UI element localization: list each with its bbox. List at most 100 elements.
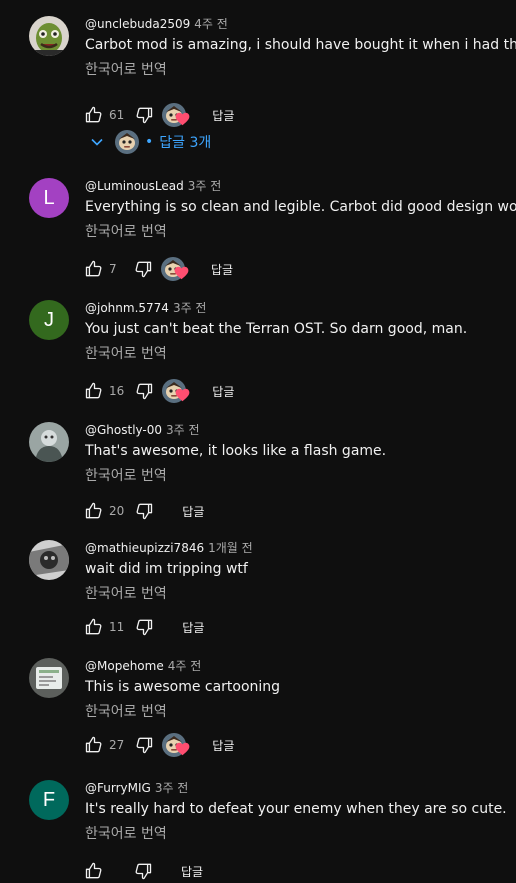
comment-text: This is awesome cartooning <box>85 679 281 695</box>
like-count: 7 <box>109 262 117 276</box>
comment-time[interactable]: 3주 전 <box>155 781 189 795</box>
dislike-button[interactable] <box>132 499 156 523</box>
view-replies-button[interactable]: • 답글 3개 <box>89 130 211 154</box>
comment-actions: 27 답글 <box>82 733 234 757</box>
translate-link[interactable]: 한국어로 번역 <box>85 583 167 603</box>
comment-actions: 61 답글 <box>82 103 234 127</box>
comment-time[interactable]: 3주 전 <box>166 423 200 437</box>
comment-header: @Ghostly-00 3주 전 <box>85 421 200 438</box>
thumb-up-icon <box>84 861 104 881</box>
creator-heart-badge <box>161 257 189 281</box>
reply-button[interactable]: 답글 <box>181 863 203 880</box>
comment-time[interactable]: 3주 전 <box>173 301 207 315</box>
comment-text: Carbot mod is amazing, i should have bou… <box>85 37 516 53</box>
avatar[interactable] <box>29 16 69 56</box>
heart-icon <box>174 266 189 280</box>
comment-author[interactable]: @FurryMIG <box>85 781 151 795</box>
like-button[interactable] <box>82 615 106 639</box>
avatar-letter: L <box>43 186 55 209</box>
like-count: 11 <box>109 620 125 634</box>
comment-header: @johnm.5774 3주 전 <box>85 299 206 316</box>
thumb-down-icon <box>134 381 154 401</box>
comment-header: @Mopehome 4주 전 <box>85 657 201 674</box>
reply-button[interactable]: 답글 <box>182 503 204 520</box>
like-button[interactable] <box>82 859 106 883</box>
thumb-up-icon <box>84 501 104 521</box>
creator-avatar <box>115 130 139 154</box>
like-button[interactable] <box>82 733 106 757</box>
heart-icon <box>175 112 190 126</box>
thumb-up-icon <box>84 105 104 125</box>
avatar[interactable]: L <box>29 178 69 218</box>
dislike-button[interactable] <box>131 257 155 281</box>
avatar[interactable] <box>29 422 69 462</box>
comment-time[interactable]: 4주 전 <box>194 17 228 31</box>
comment-author[interactable]: @Mopehome <box>85 659 164 673</box>
comment-text: You just can't beat the Terran OST. So d… <box>85 321 468 337</box>
avatar[interactable]: F <box>29 780 69 820</box>
like-button[interactable] <box>82 257 106 281</box>
comment-actions: 11 답글 <box>82 615 204 639</box>
avatar[interactable] <box>29 540 69 580</box>
thumb-down-icon <box>134 735 154 755</box>
thumb-down-icon <box>133 259 153 279</box>
like-button[interactable] <box>82 103 106 127</box>
comment-author[interactable]: @Ghostly-00 <box>85 423 162 437</box>
thumb-up-icon <box>84 617 104 637</box>
avatar-letter: F <box>42 788 56 811</box>
comment-actions: 답글 <box>82 859 203 883</box>
like-count: 27 <box>109 738 125 752</box>
thumb-down-icon <box>133 861 153 881</box>
dislike-button[interactable] <box>132 103 156 127</box>
like-count: 61 <box>109 108 125 122</box>
creator-heart-badge <box>162 733 190 757</box>
comment-author[interactable]: @mathieupizzi7846 <box>85 541 204 555</box>
dislike-button[interactable] <box>132 733 156 757</box>
reply-button[interactable]: 답글 <box>211 261 233 278</box>
comment-actions: 7 답글 <box>82 257 233 281</box>
comment-header: @mathieupizzi7846 1개월 전 <box>85 539 253 556</box>
dislike-button[interactable] <box>131 859 155 883</box>
reply-button[interactable]: 답글 <box>212 737 234 754</box>
avatar[interactable]: J <box>29 300 69 340</box>
heart-icon <box>175 388 190 402</box>
comment-text: wait did im tripping wtf <box>85 561 248 577</box>
dislike-button[interactable] <box>132 615 156 639</box>
comment-time[interactable]: 4주 전 <box>168 659 202 673</box>
thumb-down-icon <box>134 105 154 125</box>
comment-text: That's awesome, it looks like a flash ga… <box>85 443 387 459</box>
comment-author[interactable]: @LuminousLead <box>85 179 184 193</box>
reply-button[interactable]: 답글 <box>212 107 234 124</box>
chevron-down-icon <box>91 138 103 146</box>
like-button[interactable] <box>82 379 106 403</box>
creator-heart-badge <box>162 103 190 127</box>
comment-actions: 16 답글 <box>82 379 234 403</box>
avatar[interactable] <box>29 658 69 698</box>
comment-header: @LuminousLead 3주 전 <box>85 177 221 194</box>
translate-link[interactable]: 한국어로 번역 <box>85 701 167 721</box>
comment-text: Everything is so clean and legible. Carb… <box>85 199 516 215</box>
translate-link[interactable]: 한국어로 번역 <box>85 221 167 241</box>
translate-link[interactable]: 한국어로 번역 <box>85 465 167 485</box>
comment-header: @FurryMIG 3주 전 <box>85 779 188 796</box>
comment-author[interactable]: @unclebuda2509 <box>85 17 190 31</box>
comment-author[interactable]: @johnm.5774 <box>85 301 169 315</box>
reply-button[interactable]: 답글 <box>182 619 204 636</box>
thumb-up-icon <box>84 735 104 755</box>
translate-link[interactable]: 한국어로 번역 <box>85 823 167 843</box>
like-button[interactable] <box>82 499 106 523</box>
dislike-button[interactable] <box>132 379 156 403</box>
translate-link[interactable]: 한국어로 번역 <box>85 343 167 363</box>
thumb-down-icon <box>134 501 154 521</box>
thumb-down-icon <box>134 617 154 637</box>
comment-actions: 20 답글 <box>82 499 204 523</box>
avatar-letter: J <box>44 308 54 331</box>
translate-link[interactable]: 한국어로 번역 <box>85 59 167 79</box>
thumb-up-icon <box>84 259 104 279</box>
replies-separator: • <box>145 134 154 150</box>
reply-button[interactable]: 답글 <box>212 383 234 400</box>
heart-icon <box>175 742 190 756</box>
comment-time[interactable]: 1개월 전 <box>208 541 253 555</box>
comment-time[interactable]: 3주 전 <box>188 179 222 193</box>
comment-header: @unclebuda2509 4주 전 <box>85 15 228 32</box>
